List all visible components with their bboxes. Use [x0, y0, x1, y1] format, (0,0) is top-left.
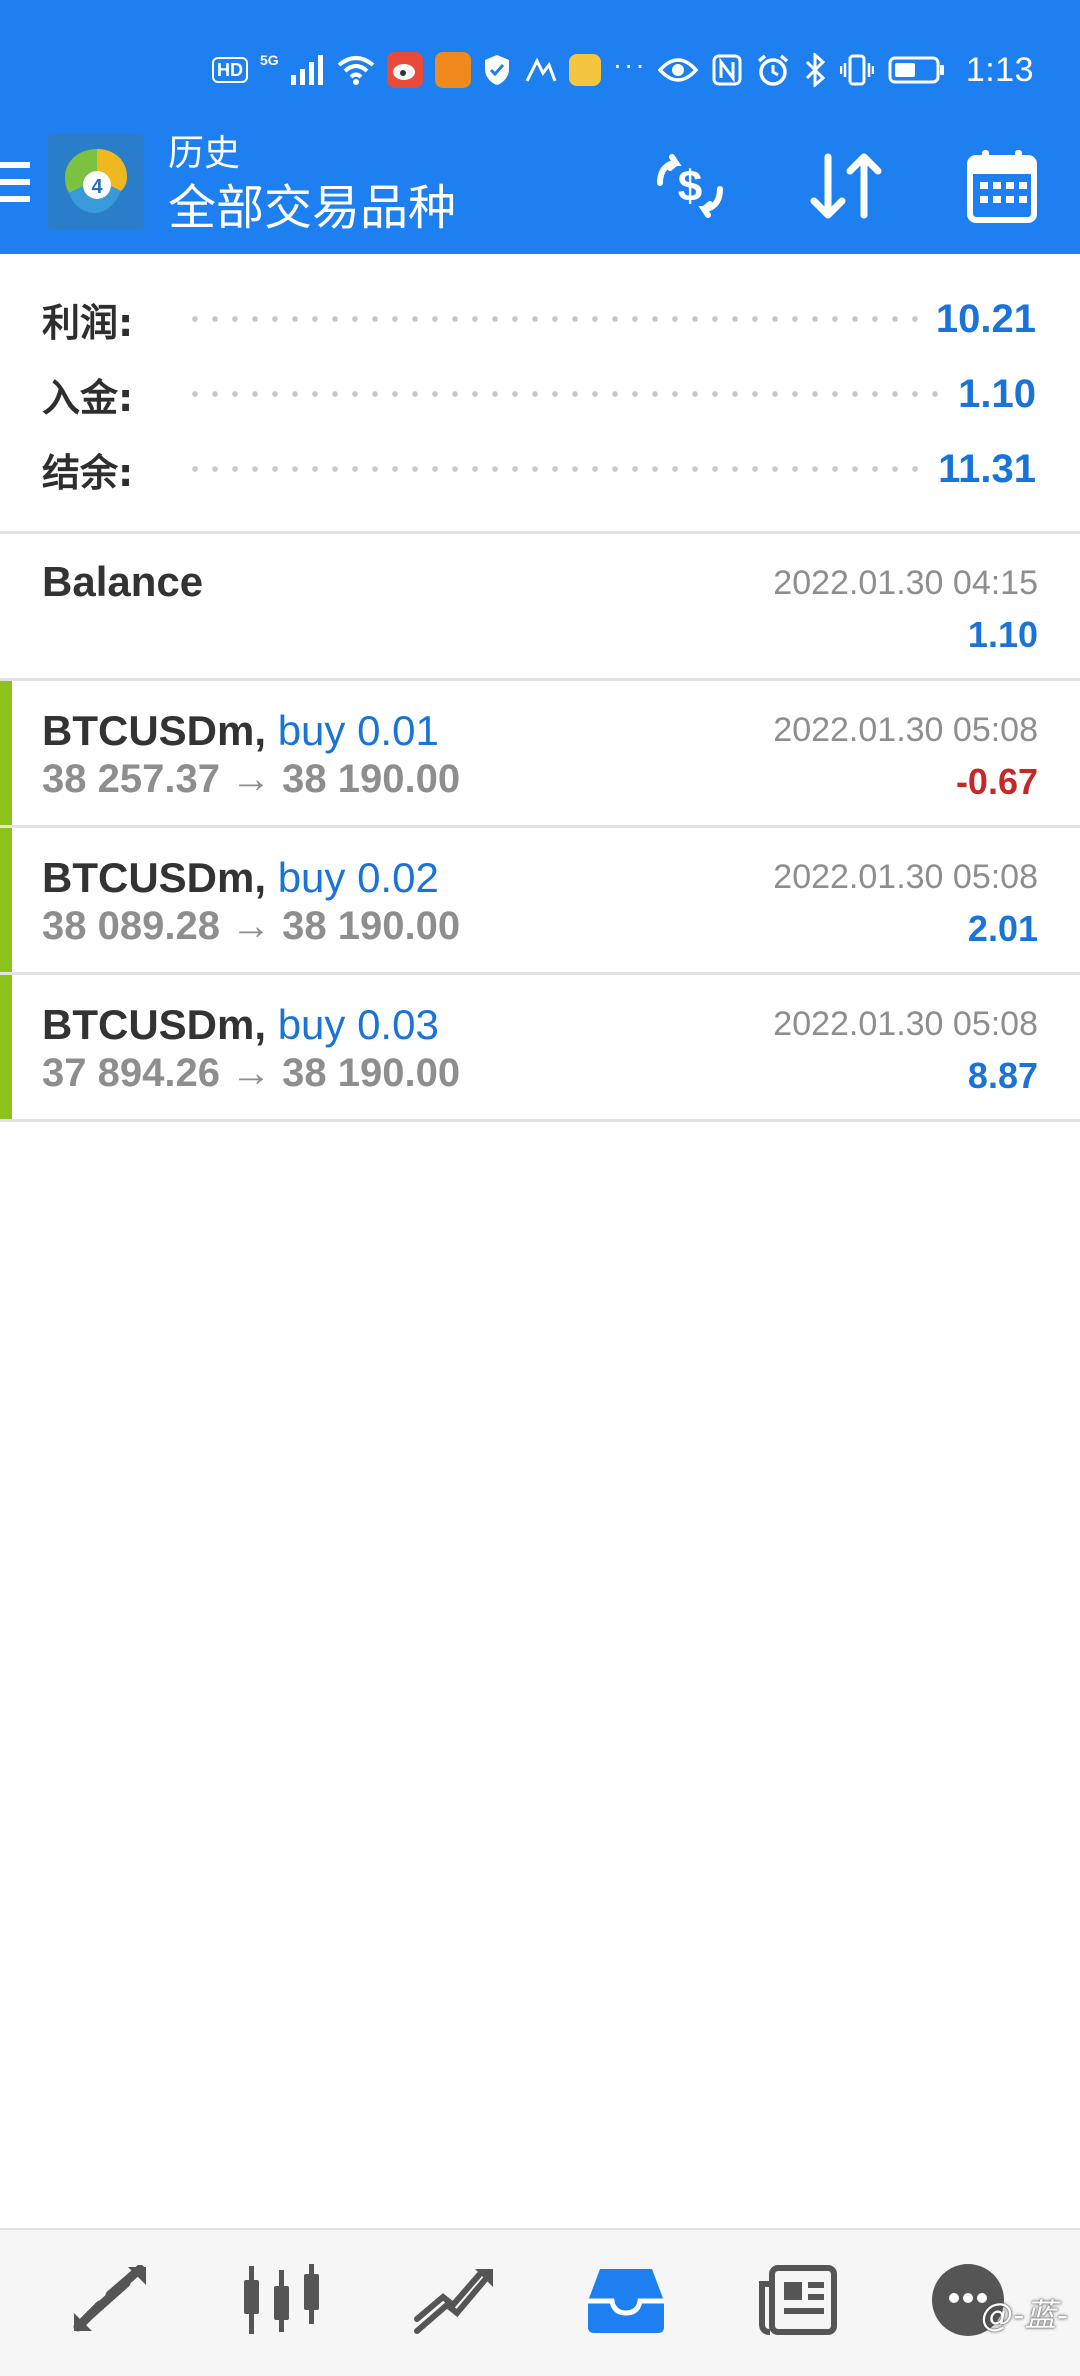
wifi-icon: [337, 55, 375, 85]
trade-icon: [414, 2269, 493, 2334]
deposit-row: 入金: 1.10: [42, 364, 1036, 424]
summary-panel: 利润: 10.21 入金: 1.10 结余: 11.31: [0, 254, 1080, 534]
eye-icon: [657, 56, 698, 84]
operation-time: 2022.01.30 04:15: [773, 564, 1038, 602]
vibrate-icon: [839, 54, 874, 86]
deal-title: BTCUSDm, buy 0.02: [42, 854, 439, 902]
status-left-icons: HD 5G ···: [212, 49, 647, 90]
history-list: Balance 2022.01.30 04:15 1.10 BTCUSDm, b…: [0, 534, 1080, 1122]
balance-summary-row: 结余: 11.31: [42, 439, 1036, 499]
status-bar: HD 5G ··· 1:13: [0, 0, 1080, 132]
battery-icon: [888, 55, 946, 85]
currency-toggle-button[interactable]: $: [646, 142, 734, 230]
app-logo[interactable]: 4: [48, 134, 144, 230]
nav-history[interactable]: [578, 2252, 674, 2348]
deal-row[interactable]: BTCUSDm, buy 0.01 38 257.37 → 38 190.00 …: [0, 681, 1080, 828]
deal-time: 2022.01.30 05:08: [773, 1005, 1038, 1043]
alarm-icon: [756, 53, 790, 87]
shield-icon: [483, 54, 511, 86]
deal-row[interactable]: BTCUSDm, buy 0.03 37 894.26 → 38 190.00 …: [0, 975, 1080, 1122]
news-icon: [759, 2265, 837, 2335]
deal-profit: -0.67: [955, 761, 1038, 802]
deal-title: BTCUSDm, buy 0.03: [42, 1001, 439, 1049]
deal-time: 2022.01.30 05:08: [773, 711, 1038, 749]
deal-symbol: BTCUSDm,: [42, 854, 267, 901]
hd-badge: HD: [212, 57, 248, 83]
network-type: 5G: [260, 52, 279, 68]
calendar-button[interactable]: [958, 142, 1046, 230]
sort-arrows-icon: [810, 153, 882, 219]
balance-label: 结余:: [42, 450, 134, 495]
app-bar: 4 历史 全部交易品种 $: [0, 132, 1080, 254]
signal-icon: [290, 55, 325, 85]
sort-button[interactable]: [802, 142, 890, 230]
quotes-icon: [73, 2265, 146, 2332]
section-title: 历史: [168, 133, 241, 174]
watermark: @-蓝-: [980, 2296, 1068, 2334]
profit-row: 利润: 10.21: [42, 289, 1036, 349]
history-icon: [588, 2269, 664, 2333]
app-notification-icon: [568, 54, 601, 86]
operation-amount: 1.10: [967, 614, 1038, 655]
svg-text:4: 4: [91, 176, 103, 198]
balance-value: 11.31: [938, 446, 1036, 491]
buy-indicator-bar: [0, 681, 12, 825]
status-right-icons: 1:13: [657, 48, 1034, 92]
deal-time: 2022.01.30 05:08: [773, 858, 1038, 896]
title-block[interactable]: 历史 全部交易品种: [168, 132, 456, 238]
operation-title: Balance: [42, 558, 204, 605]
leader-dots: [185, 390, 947, 398]
deal-profit: 2.01: [967, 908, 1038, 949]
deal-row[interactable]: BTCUSDm, buy 0.02 38 089.28 → 38 190.00 …: [0, 828, 1080, 975]
deal-title: BTCUSDm, buy 0.01: [42, 707, 439, 755]
deal-symbol: BTCUSDm,: [42, 1001, 267, 1048]
page-title: 全部交易品种: [168, 180, 457, 236]
buy-indicator-bar: [0, 975, 12, 1119]
deal-prices: 38 089.28 → 38 190.00: [42, 904, 461, 948]
deal-prices: 37 894.26 → 38 190.00: [42, 1051, 461, 1095]
deal-type: buy 0.02: [277, 854, 439, 901]
weibo-icon: [386, 52, 423, 88]
nav-trade[interactable]: [406, 2252, 502, 2348]
bottom-navigation: @-蓝-: [0, 2228, 1080, 2376]
deal-type: buy 0.01: [277, 707, 439, 754]
deposit-label: 入金:: [42, 375, 134, 420]
profit-label: 利润:: [42, 300, 134, 345]
deal-type: buy 0.03: [277, 1001, 439, 1048]
bluetooth-icon: [804, 53, 826, 87]
app-notification-icon: [523, 55, 557, 85]
app-notification-icon: [434, 52, 471, 88]
nav-quotes[interactable]: [62, 2252, 158, 2348]
profit-value: 10.21: [935, 296, 1036, 341]
deal-prices: 38 257.37 → 38 190.00: [42, 757, 461, 801]
deposit-value: 1.10: [958, 371, 1036, 416]
deal-symbol: BTCUSDm,: [42, 707, 267, 754]
nav-news[interactable]: [750, 2252, 846, 2348]
chart-icon: [244, 2264, 319, 2334]
balance-operation-row[interactable]: Balance 2022.01.30 04:15 1.10: [0, 534, 1080, 681]
leader-dots: [185, 465, 927, 473]
clock: 1:13: [965, 50, 1034, 89]
leader-dots: [185, 315, 924, 323]
nfc-icon: [712, 54, 742, 86]
menu-icon[interactable]: [0, 162, 30, 212]
calendar-icon: [967, 150, 1037, 223]
deal-profit: 8.87: [967, 1055, 1038, 1096]
buy-indicator-bar: [0, 828, 12, 972]
svg-text:$: $: [678, 162, 702, 211]
header: HD 5G ··· 1:13 4 历史 全部交易品种 $: [0, 0, 1080, 254]
currency-icon: $: [657, 154, 723, 218]
nav-chart[interactable]: [234, 2252, 330, 2348]
more-notifications-icon: ···: [612, 49, 647, 80]
